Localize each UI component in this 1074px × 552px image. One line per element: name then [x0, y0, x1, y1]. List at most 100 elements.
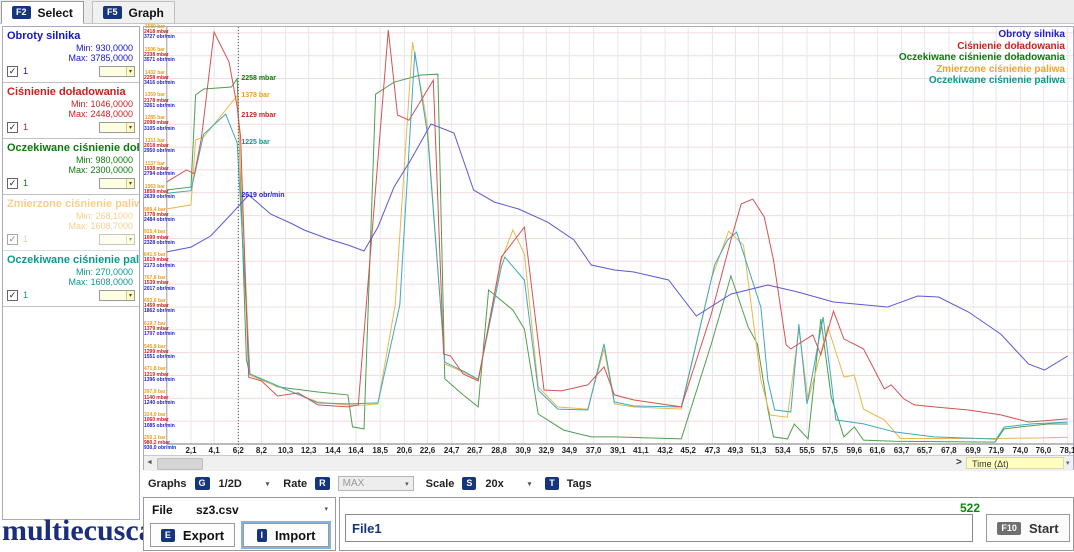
- param-max: Max: 3785,0000: [3, 53, 139, 63]
- sidebar-param-2: Oczekiwane ciśnienie doładowaniaMin: 980…: [3, 139, 139, 195]
- x-axis-tick-label: 41,1: [628, 446, 654, 455]
- y-label-rpm: 2328 obr/min: [144, 241, 165, 246]
- y-axis-label-group: 471,8 bar1219 mbar1396 obr/min: [144, 367, 165, 383]
- x-axis-expand-icon[interactable]: >: [956, 457, 962, 468]
- y-label-rpm: 3261 obr/min: [144, 104, 165, 109]
- y-label-rpm: 3416 obr/min: [144, 81, 165, 86]
- param-name[interactable]: Ciśnienie doładowania: [3, 83, 139, 99]
- graph-plot[interactable]: [144, 27, 1073, 454]
- x-axis-tick-label: 53,4: [770, 446, 796, 455]
- param-controls: ✓1▾: [3, 121, 139, 136]
- tab-select[interactable]: F2 Select: [1, 1, 84, 24]
- x-axis-select[interactable]: Time (Δt): [966, 457, 1064, 469]
- session-name-input[interactable]: [345, 514, 973, 542]
- i-key-badge: I: [257, 529, 268, 542]
- y-axis-label-group: 1285 bar2098 mbar3105 obr/min: [144, 116, 165, 132]
- export-label: Export: [183, 528, 224, 543]
- r-key-badge: R: [315, 477, 330, 490]
- x-axis-tick-label: 28,8: [486, 446, 512, 455]
- param-style-select[interactable]: ▾: [99, 66, 135, 77]
- param-name[interactable]: Oczekiwane ciśnienie paliwa: [3, 251, 139, 267]
- param-style-select[interactable]: ▾: [99, 234, 135, 245]
- parameter-sidebar: Obroty silnikaMin: 930,0000Max: 3785,000…: [2, 26, 140, 520]
- param-count: 1: [23, 234, 28, 244]
- param-controls: ✓1▾: [3, 65, 139, 80]
- sidebar-param-1: Ciśnienie doładowaniaMin: 1046,0000Max: …: [3, 83, 139, 139]
- scale-select[interactable]: 20x ▾: [485, 478, 531, 490]
- legend-item: Oczekiwane ciśnienie paliwa: [899, 75, 1065, 87]
- x-axis-tick-label: 16,4: [343, 446, 369, 455]
- param-controls: ✓1▾: [3, 177, 139, 192]
- param-name[interactable]: Zmierzone ciśnienie paliwa: [3, 195, 139, 211]
- graphs-label: Graphs: [148, 478, 187, 490]
- tab-bar: F2 Select F5 Graph: [0, 0, 1074, 24]
- y-axis-label-group: 1359 bar2178 mbar3261 obr/min: [144, 93, 165, 109]
- param-checkbox[interactable]: ✓: [7, 122, 18, 133]
- graph-toolbar: Graphs G 1/2D ▾ Rate R MAX ▾ Scale S 20x…: [143, 471, 1074, 496]
- param-checkbox[interactable]: ✓: [7, 66, 18, 77]
- param-controls: ✓ 1 ▾: [3, 289, 139, 304]
- x-axis-tick-label: 12,3: [296, 446, 322, 455]
- t-key-badge: T: [545, 477, 559, 490]
- y-label-rpm: 1551 obr/min: [144, 355, 165, 360]
- series-line-0: [167, 74, 1068, 442]
- graphs-mode-select[interactable]: 1/2D ▾: [219, 478, 270, 490]
- tab-graph[interactable]: F5 Graph: [92, 1, 175, 23]
- dropdown-arrow-icon: ▾: [127, 68, 134, 75]
- param-min: Min: 268,1000: [3, 211, 139, 221]
- scroll-thumb[interactable]: [157, 458, 203, 470]
- param-controls: ✓ 1 ▾: [3, 233, 139, 248]
- y-label-rpm: 2950 obr/min: [144, 149, 165, 154]
- x-axis-tick-label: 37,0: [581, 446, 607, 455]
- param-max: Max: 1608,7000: [3, 221, 139, 231]
- param-style-select[interactable]: ▾: [99, 122, 135, 133]
- legend-item: Zmierzone ciśnienie paliwa: [899, 64, 1065, 76]
- import-label: Import: [275, 528, 315, 543]
- graph-scrollbar[interactable]: ◄ > Time (Δt) ▾: [144, 455, 1073, 471]
- param-style-select[interactable]: ▾: [99, 178, 135, 189]
- graph-panel[interactable]: 250,1 bar980,2 mbar930,0 obr/min324,0 ba…: [143, 26, 1074, 470]
- y-axis-label-group: 250,1 bar980,2 mbar930,0 obr/min: [144, 436, 165, 452]
- y-label-rpm: 2017 obr/min: [144, 287, 165, 292]
- dropdown-arrow-icon: ▾: [127, 292, 134, 299]
- param-checkbox[interactable]: ✓: [7, 234, 18, 245]
- param-name[interactable]: Oczekiwane ciśnienie doładowania: [3, 139, 139, 155]
- file-label: File: [152, 503, 173, 517]
- x-axis-tick-label: 61,6: [864, 446, 890, 455]
- line-style-sample: [100, 291, 127, 300]
- line-style-sample: [100, 235, 127, 244]
- dropdown-arrow-icon: ▾: [127, 180, 134, 187]
- param-checkbox[interactable]: ✓: [7, 290, 18, 301]
- rate-value: MAX: [343, 478, 365, 489]
- param-style-select[interactable]: ▾: [99, 290, 135, 301]
- param-name[interactable]: Obroty silnika: [3, 27, 139, 43]
- param-checkbox[interactable]: ✓: [7, 178, 18, 189]
- param-min: Min: 980,0000: [3, 155, 139, 165]
- x-axis-tick-label: 8,2: [248, 446, 274, 455]
- cursor-annotation: 1225 bar: [241, 139, 269, 146]
- f2-key-badge: F2: [12, 6, 31, 19]
- file-select-arrow-icon[interactable]: ▾: [324, 505, 328, 513]
- export-button[interactable]: E Export: [150, 523, 235, 547]
- y-label-rpm: 1085 obr/min: [144, 424, 165, 429]
- f5-key-badge: F5: [103, 6, 122, 19]
- session-panel: 522 F10 Start: [339, 497, 1074, 551]
- scroll-left-arrow-icon[interactable]: ◄: [146, 459, 153, 466]
- start-button[interactable]: F10 Start: [986, 514, 1070, 542]
- y-axis-label-group: 1211 bar2018 mbar2950 obr/min: [144, 139, 165, 155]
- param-count: 1: [23, 290, 28, 300]
- x-axis-tick-label: 22,6: [414, 446, 440, 455]
- x-axis-tick-label: 26,7: [462, 446, 488, 455]
- line-style-sample: [100, 123, 127, 132]
- y-label-rpm: 3727 obr/min: [144, 35, 165, 40]
- file-select[interactable]: sz3.csv: [196, 503, 239, 517]
- cursor-annotation: 2619 obr/min: [241, 192, 284, 199]
- x-axis-tick-label: 51,3: [746, 446, 772, 455]
- x-axis-select-arrow-icon[interactable]: ▾: [1066, 459, 1070, 467]
- sidebar-param-3: Zmierzone ciśnienie paliwaMin: 268,1000M…: [3, 195, 139, 251]
- y-axis-label-group: 1506 bar2338 mbar3571 obr/min: [144, 48, 165, 64]
- y-label-rpm: 3105 obr/min: [144, 127, 165, 132]
- import-button[interactable]: I Import: [243, 523, 329, 547]
- sidebar-param-4: Oczekiwane ciśnienie paliwaMin: 270,0000…: [3, 251, 139, 307]
- x-axis-tick-label: 4,1: [201, 446, 227, 455]
